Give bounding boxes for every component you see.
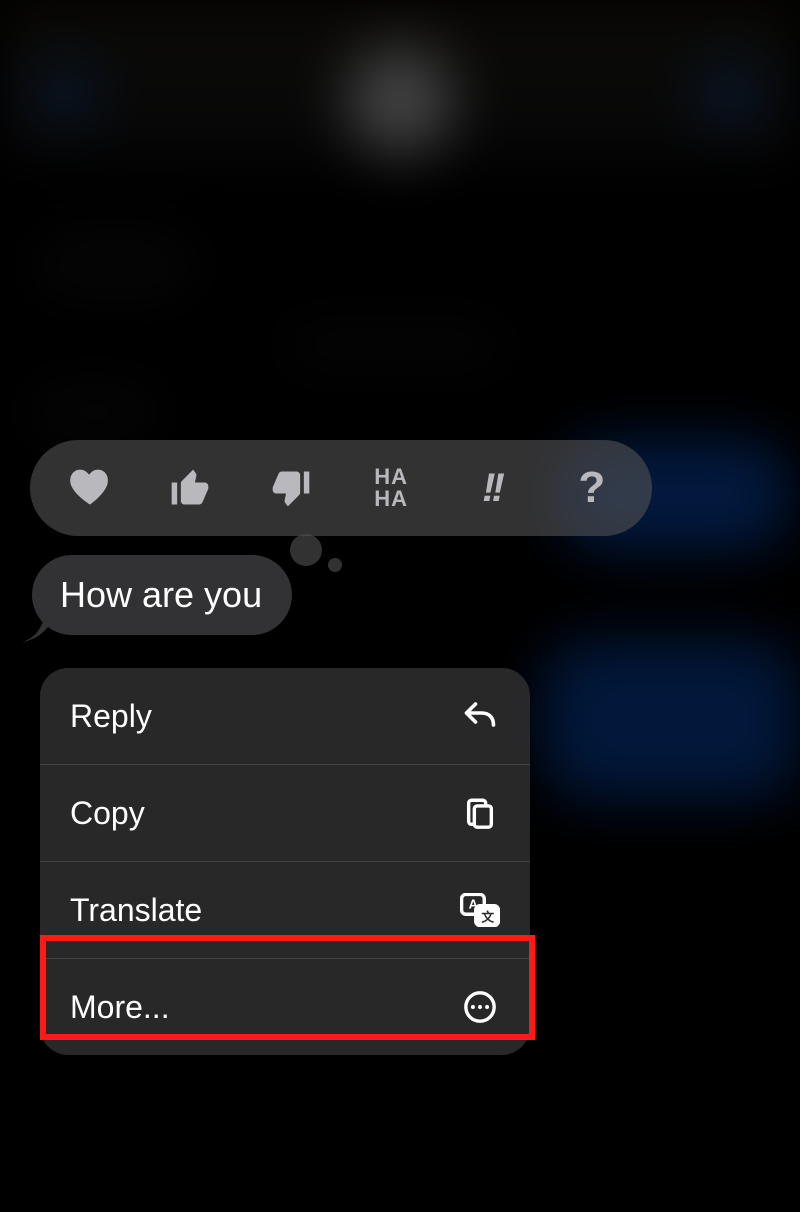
more-icon <box>460 987 500 1027</box>
menu-item-label: Reply <box>70 698 152 735</box>
menu-copy[interactable]: Copy <box>40 764 530 861</box>
heart-icon <box>68 466 112 510</box>
tapback-heart[interactable] <box>53 451 127 525</box>
exclamation-icon: !! <box>482 466 501 511</box>
haha-icon: HAHA <box>374 466 408 510</box>
menu-item-label: More... <box>70 989 170 1026</box>
selected-message-bubble[interactable]: How are you <box>32 555 292 635</box>
context-menu: Reply Copy Translate A 文 More... <box>40 668 530 1055</box>
selected-message-text: How are you <box>60 574 262 615</box>
tapback-haha[interactable]: HAHA <box>354 451 428 525</box>
tapback-thumbs-up[interactable] <box>153 451 227 525</box>
question-icon: ? <box>578 463 605 513</box>
thumbs-up-icon <box>168 466 212 510</box>
menu-item-label: Copy <box>70 795 145 832</box>
reply-icon <box>460 696 500 736</box>
tapback-exclamation[interactable]: !! <box>454 451 528 525</box>
thumbs-down-icon <box>269 466 313 510</box>
menu-translate[interactable]: Translate A 文 <box>40 861 530 958</box>
svg-text:A: A <box>469 897 478 912</box>
copy-icon <box>460 793 500 833</box>
menu-reply[interactable]: Reply <box>40 668 530 764</box>
tapback-thumbs-down[interactable] <box>254 451 328 525</box>
tapback-question[interactable]: ? <box>555 451 629 525</box>
svg-text:文: 文 <box>481 909 494 924</box>
screenshot-stage: HAHA !! ? How are you Reply Copy <box>0 0 800 1212</box>
menu-item-label: Translate <box>70 892 202 929</box>
translate-icon: A 文 <box>460 890 500 930</box>
menu-more[interactable]: More... <box>40 958 530 1055</box>
tapback-bar: HAHA !! ? <box>30 440 652 536</box>
